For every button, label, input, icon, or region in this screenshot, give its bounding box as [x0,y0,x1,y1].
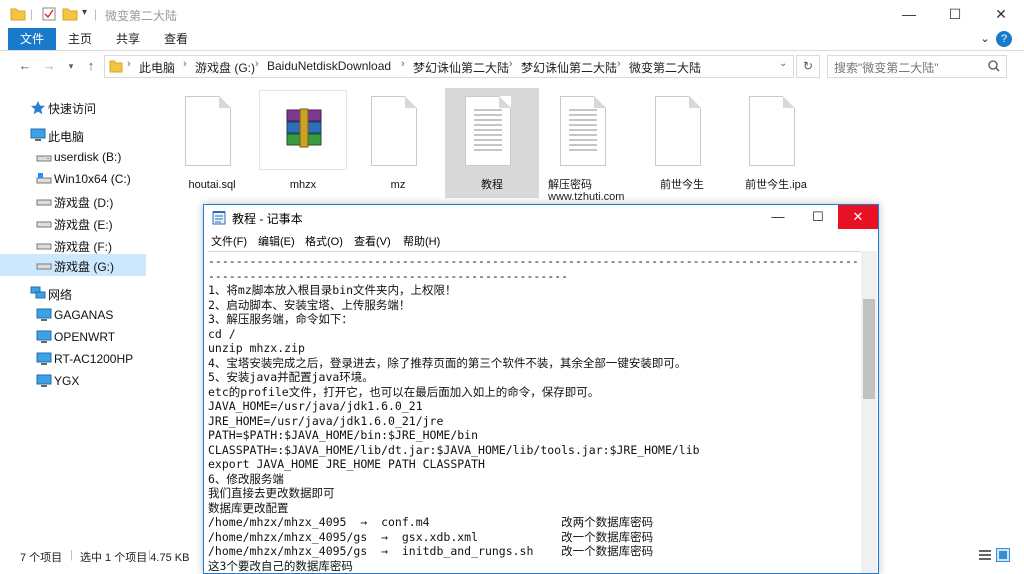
properties-check-icon[interactable] [42,7,56,21]
notepad-title: 教程 - 记事本 [232,212,303,226]
drive-icon [36,263,52,270]
breadcrumb-this-pc[interactable]: 此电脑 [139,59,175,76]
watermark-text: www.tzhuti.com [548,191,625,203]
nav-item-drive-g[interactable]: 游戏盘 (G:) [0,254,146,276]
monitor-icon [36,330,52,343]
folder-icon [109,60,123,73]
menu-help[interactable]: 帮助(H) [403,233,440,249]
help-icon[interactable]: ? [996,31,1012,47]
nav-item-drive-e[interactable]: 游戏盘 (E:) [0,212,146,234]
winrar-archive-icon [286,108,322,148]
navigation-pane: 快速访问 此电脑 userdisk (B:) Win10x64 (C:) 游戏盘… [0,84,150,544]
address-bar[interactable]: › 此电脑 › 游戏盘 (G:) › BaiduNetdiskDownload … [104,55,794,78]
window-title: 微变第二大陆 [105,9,178,23]
nav-item-network[interactable]: 网络 [0,282,146,304]
drive-icon [36,199,52,206]
file-houtai-sql[interactable]: houtai.sql [172,88,252,198]
notepad-close-button[interactable]: ✕ [838,205,878,229]
nav-item-openwrt[interactable]: OPENWRT [0,326,146,348]
notepad-window[interactable]: 教程 - 记事本 — ☐ ✕ 文件(F) 编辑(E) 格式(O) 查看(V) 帮… [203,204,879,574]
monitor-icon [36,374,52,387]
file-icon [185,96,231,166]
file-qianshijinsheng[interactable]: 前世今生 [642,88,722,198]
back-icon[interactable]: ← [16,57,34,75]
drive-icon [36,155,52,162]
details-view-icon[interactable] [978,548,992,562]
menu-format[interactable]: 格式(O) [305,233,343,249]
file-unzip-password[interactable]: 解压密码 [548,88,628,198]
file-icon [371,96,417,166]
nav-item-gaganas[interactable]: GAGANAS [0,304,146,326]
breadcrumb-folder-2[interactable]: 梦幻诛仙第二大陆 [521,59,617,76]
address-dropdown-icon[interactable]: ⌄ [779,58,787,69]
tab-share[interactable]: 共享 [110,28,146,50]
notepad-minimize-button[interactable]: — [758,205,798,229]
tab-file[interactable]: 文件 [8,28,56,50]
expand-ribbon-icon[interactable]: ⌄ [978,28,992,50]
nav-item-quick-access[interactable]: 快速访问 [0,96,146,118]
nav-item-drive-f[interactable]: 游戏盘 (F:) [0,234,146,256]
file-icon [749,96,795,166]
menu-file[interactable]: 文件(F) [211,233,247,249]
search-icon [988,60,1000,72]
drive-icon [36,243,52,250]
breadcrumb-baidunetdisk[interactable]: BaiduNetdiskDownload [267,59,391,73]
file-qianshijinsheng-ipa[interactable]: 前世今生.ipa [736,88,816,198]
forward-icon[interactable]: → [40,57,58,75]
item-count: 7 个项目 [20,552,63,564]
up-icon[interactable]: ↑ [82,57,100,75]
file-mhzx[interactable]: mhzx [259,88,347,198]
nav-item-drive-d[interactable]: 游戏盘 (D:) [0,190,146,212]
text-file-icon [465,96,511,166]
notepad-icon [212,211,226,225]
network-icon [30,286,46,299]
breadcrumb-drive-g[interactable]: 游戏盘 (G:) [195,59,255,76]
address-row: ← → ▾ ↑ › 此电脑 › 游戏盘 (G:) › BaiduNetdiskD… [0,51,1024,81]
notepad-content: ----------------------------------------… [208,254,860,573]
quick-access-dropdown-icon[interactable]: ▾ [82,7,87,18]
scrollbar-thumb[interactable] [863,299,875,399]
file-icon [655,96,701,166]
close-button[interactable]: ✕ [978,0,1024,28]
tab-view[interactable]: 查看 [158,28,194,50]
breadcrumb-current[interactable]: 微变第二大陆 [629,59,701,76]
file-mz[interactable]: mz [358,88,438,198]
nav-item-drive-c[interactable]: Win10x64 (C:) [0,168,146,190]
large-icons-view-icon[interactable] [996,548,1010,562]
star-icon [31,101,45,114]
notepad-text-area[interactable]: ----------------------------------------… [208,251,860,573]
notepad-menu-bar: 文件(F) 编辑(E) 格式(O) 查看(V) 帮助(H) [204,230,878,250]
notepad-scrollbar[interactable] [861,251,877,573]
menu-view[interactable]: 查看(V) [354,233,391,249]
drive-icon [36,221,52,228]
nav-item-rt-ac1200hp[interactable]: RT-AC1200HP [0,348,146,370]
menu-edit[interactable]: 编辑(E) [258,233,295,249]
search-input[interactable]: 搜索"微变第二大陆" [827,55,1007,78]
folder-icon [10,8,26,21]
explorer-title-bar: | ▾ | 微变第二大陆 — ☐ ✕ [0,0,1024,28]
nav-item-drive-b[interactable]: userdisk (B:) [0,146,146,168]
breadcrumb-folder-1[interactable]: 梦幻诛仙第二大陆 [413,59,509,76]
selection-info: 选中 1 个项目 4.75 KB [80,552,190,564]
recent-dropdown-icon[interactable]: ▾ [62,57,80,75]
ribbon-tabs: 文件 主页 共享 查看 ⌄ ? [0,28,1024,51]
notepad-maximize-button[interactable]: ☐ [798,205,838,229]
refresh-icon[interactable]: ↻ [796,55,820,78]
nav-item-ygx[interactable]: YGX [0,370,146,392]
monitor-icon [36,352,52,365]
file-tutorial[interactable]: 教程 [445,88,539,198]
minimize-button[interactable]: — [886,0,932,28]
notepad-title-bar[interactable]: 教程 - 记事本 — ☐ ✕ [204,205,878,229]
text-file-icon [560,96,606,166]
tab-home[interactable]: 主页 [62,28,98,50]
nav-item-this-pc[interactable]: 此电脑 [0,124,146,146]
computer-icon [30,128,46,141]
maximize-button[interactable]: ☐ [932,0,978,28]
monitor-icon [36,308,52,321]
new-folder-icon[interactable] [62,7,78,21]
system-drive-icon [36,173,52,184]
